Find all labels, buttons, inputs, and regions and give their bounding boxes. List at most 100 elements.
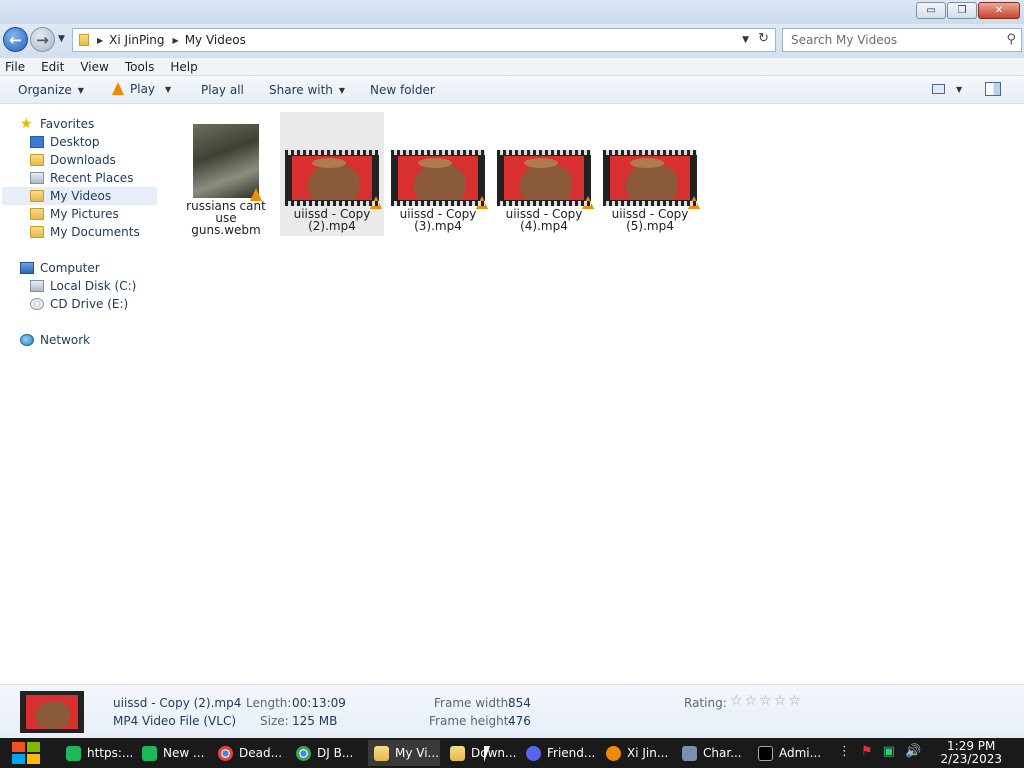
chevron-down-icon: ▼ xyxy=(165,84,172,94)
breadcrumb-my-videos[interactable]: My Videos xyxy=(185,33,246,47)
file-item[interactable]: uiissd - Copy (3).mp4 xyxy=(386,112,490,236)
maximize-button[interactable]: ❐ xyxy=(947,2,977,19)
file-item-selected[interactable]: uiissd - Copy (2).mp4 xyxy=(280,112,384,236)
sidebar-item-desktop[interactable]: Desktop xyxy=(30,133,100,151)
sidebar-item-label: Downloads xyxy=(50,153,116,167)
taskbar-item-label: My Vi... xyxy=(395,746,439,760)
clock-date: 2/23/2023 xyxy=(940,752,1002,766)
vlc-cone-icon xyxy=(112,81,124,95)
star-icon[interactable]: ☆ xyxy=(774,693,787,709)
star-icon[interactable]: ☆ xyxy=(745,693,758,709)
sidebar-item-cd-drive[interactable]: CD Drive (E:) xyxy=(30,295,128,313)
taskbar-item[interactable]: DJ B... xyxy=(290,740,364,766)
sidebar-item-downloads[interactable]: Downloads xyxy=(30,151,116,169)
star-icon[interactable]: ☆ xyxy=(788,693,801,709)
details-thumbnail xyxy=(20,691,84,733)
taskbar: https:... New ... Dead... DJ B... My Vi.… xyxy=(0,738,1024,768)
network-status-icon[interactable]: ▣ xyxy=(883,744,895,759)
spotify-icon xyxy=(142,745,157,761)
volume-icon[interactable]: 🔊 xyxy=(905,744,921,759)
search-input[interactable]: Search My Videos ⚲ xyxy=(782,28,1022,52)
sidebar-item-label: CD Drive (E:) xyxy=(50,297,129,311)
taskbar-item[interactable]: Char... xyxy=(676,740,748,766)
menu-edit[interactable]: Edit xyxy=(41,60,64,74)
new-folder-button[interactable]: New folder xyxy=(370,83,435,97)
network-icon xyxy=(20,334,34,346)
share-with-label: Share with xyxy=(269,83,333,97)
taskbar-item[interactable]: https:... xyxy=(60,740,132,766)
change-view-icon[interactable] xyxy=(932,84,945,94)
search-icon[interactable]: ⚲ xyxy=(1006,32,1016,47)
recent-places-icon xyxy=(30,172,44,184)
breadcrumb-arrow-icon: ▶ xyxy=(97,35,104,45)
taskbar-item[interactable]: Dead... xyxy=(212,740,286,766)
details-rating-label: Rating: xyxy=(684,696,727,710)
address-bar[interactable]: ▶ Xi JinPing ▶ My Videos ▼ ↻ xyxy=(72,28,776,52)
forward-button[interactable]: → xyxy=(30,27,55,52)
star-icon[interactable]: ☆ xyxy=(730,693,743,709)
video-thumbnail xyxy=(193,124,262,201)
refresh-icon[interactable]: ↻ xyxy=(758,31,769,46)
sidebar-favorites[interactable]: ★ Favorites xyxy=(20,115,94,133)
video-thumbnail xyxy=(497,150,594,209)
menu-help[interactable]: Help xyxy=(170,60,197,74)
taskbar-item[interactable]: New ... xyxy=(136,740,208,766)
menu-file[interactable]: File xyxy=(5,60,25,74)
breadcrumb-xi-jinping[interactable]: Xi JinPing xyxy=(109,33,164,47)
preview-pane-icon[interactable] xyxy=(985,82,1001,96)
desktop-icon xyxy=(30,136,44,148)
vlc-cone-icon xyxy=(370,196,382,209)
back-button[interactable]: ← xyxy=(3,27,28,52)
details-length-label: Length: xyxy=(246,696,292,710)
file-item[interactable]: uiissd - Copy (5).mp4 xyxy=(598,112,702,236)
sidebar-computer[interactable]: Computer xyxy=(20,259,100,277)
taskbar-item[interactable]: Friend... xyxy=(520,740,596,766)
sidebar-item-recent-places[interactable]: Recent Places xyxy=(30,169,133,187)
chevron-down-icon: ▼ xyxy=(338,85,346,95)
flag-icon[interactable]: ⚑ xyxy=(861,744,873,759)
play-label: Play xyxy=(130,82,156,96)
close-button[interactable]: ✕ xyxy=(978,2,1020,19)
cd-drive-icon xyxy=(30,298,44,310)
start-button[interactable] xyxy=(10,740,42,766)
sidebar-item-local-disk[interactable]: Local Disk (C:) xyxy=(30,277,136,295)
organize-button[interactable]: Organize ▼ xyxy=(18,83,84,97)
file-item[interactable]: russians cant use guns.webm xyxy=(174,112,278,236)
vlc-cone-icon xyxy=(476,196,488,209)
menu-view[interactable]: View xyxy=(80,60,108,74)
sidebar-item-label: Local Disk (C:) xyxy=(50,279,137,293)
videos-folder-icon xyxy=(30,190,44,202)
menu-bar: File Edit View Tools Help xyxy=(0,58,1024,76)
details-file-type: MP4 Video File (VLC) xyxy=(113,714,237,728)
file-item[interactable]: uiissd - Copy (4).mp4 xyxy=(492,112,596,236)
sidebar-item-my-documents[interactable]: My Documents xyxy=(30,223,140,241)
taskbar-item[interactable]: Xi Jin... xyxy=(600,740,672,766)
file-list: russians cant use guns.webm uiissd - Copy… xyxy=(160,104,1024,684)
more-icon[interactable]: ⋮ xyxy=(838,744,851,759)
search-placeholder: Search My Videos xyxy=(791,33,898,47)
play-all-button[interactable]: Play all xyxy=(201,83,244,97)
chrome-icon xyxy=(218,745,233,761)
sidebar-item-my-pictures[interactable]: My Pictures xyxy=(30,205,119,223)
address-dropdown-chevron-down-icon[interactable]: ▼ xyxy=(742,35,749,45)
chrome-icon xyxy=(296,745,311,761)
video-thumbnail xyxy=(285,150,382,209)
organize-label: Organize xyxy=(18,83,72,97)
taskbar-item[interactable]: Admi... xyxy=(752,740,828,766)
recent-pages-chevron-down-icon[interactable]: ▼ xyxy=(58,34,65,44)
sidebar-label: Computer xyxy=(40,261,100,275)
minimize-button[interactable]: ▭ xyxy=(916,2,946,19)
star-icon[interactable]: ☆ xyxy=(759,693,772,709)
share-with-button[interactable]: Share with ▼ xyxy=(269,83,345,97)
menu-tools[interactable]: Tools xyxy=(125,60,155,74)
taskbar-item-label: https:... xyxy=(87,746,132,760)
sidebar-network[interactable]: Network xyxy=(20,331,90,349)
rating-stars[interactable]: ☆ ☆ ☆ ☆ ☆ xyxy=(730,693,803,709)
sidebar-item-my-videos[interactable]: My Videos xyxy=(2,187,157,205)
taskbar-item[interactable]: Down... xyxy=(444,740,516,766)
view-options-chevron-down-icon[interactable]: ▼ xyxy=(956,85,962,94)
play-button[interactable]: Play ▼ xyxy=(112,81,172,96)
system-clock[interactable]: 1:29 PM 2/23/2023 xyxy=(940,740,1002,766)
sidebar-item-label: Desktop xyxy=(50,135,100,149)
taskbar-item-active[interactable]: My Vi... xyxy=(368,740,440,766)
